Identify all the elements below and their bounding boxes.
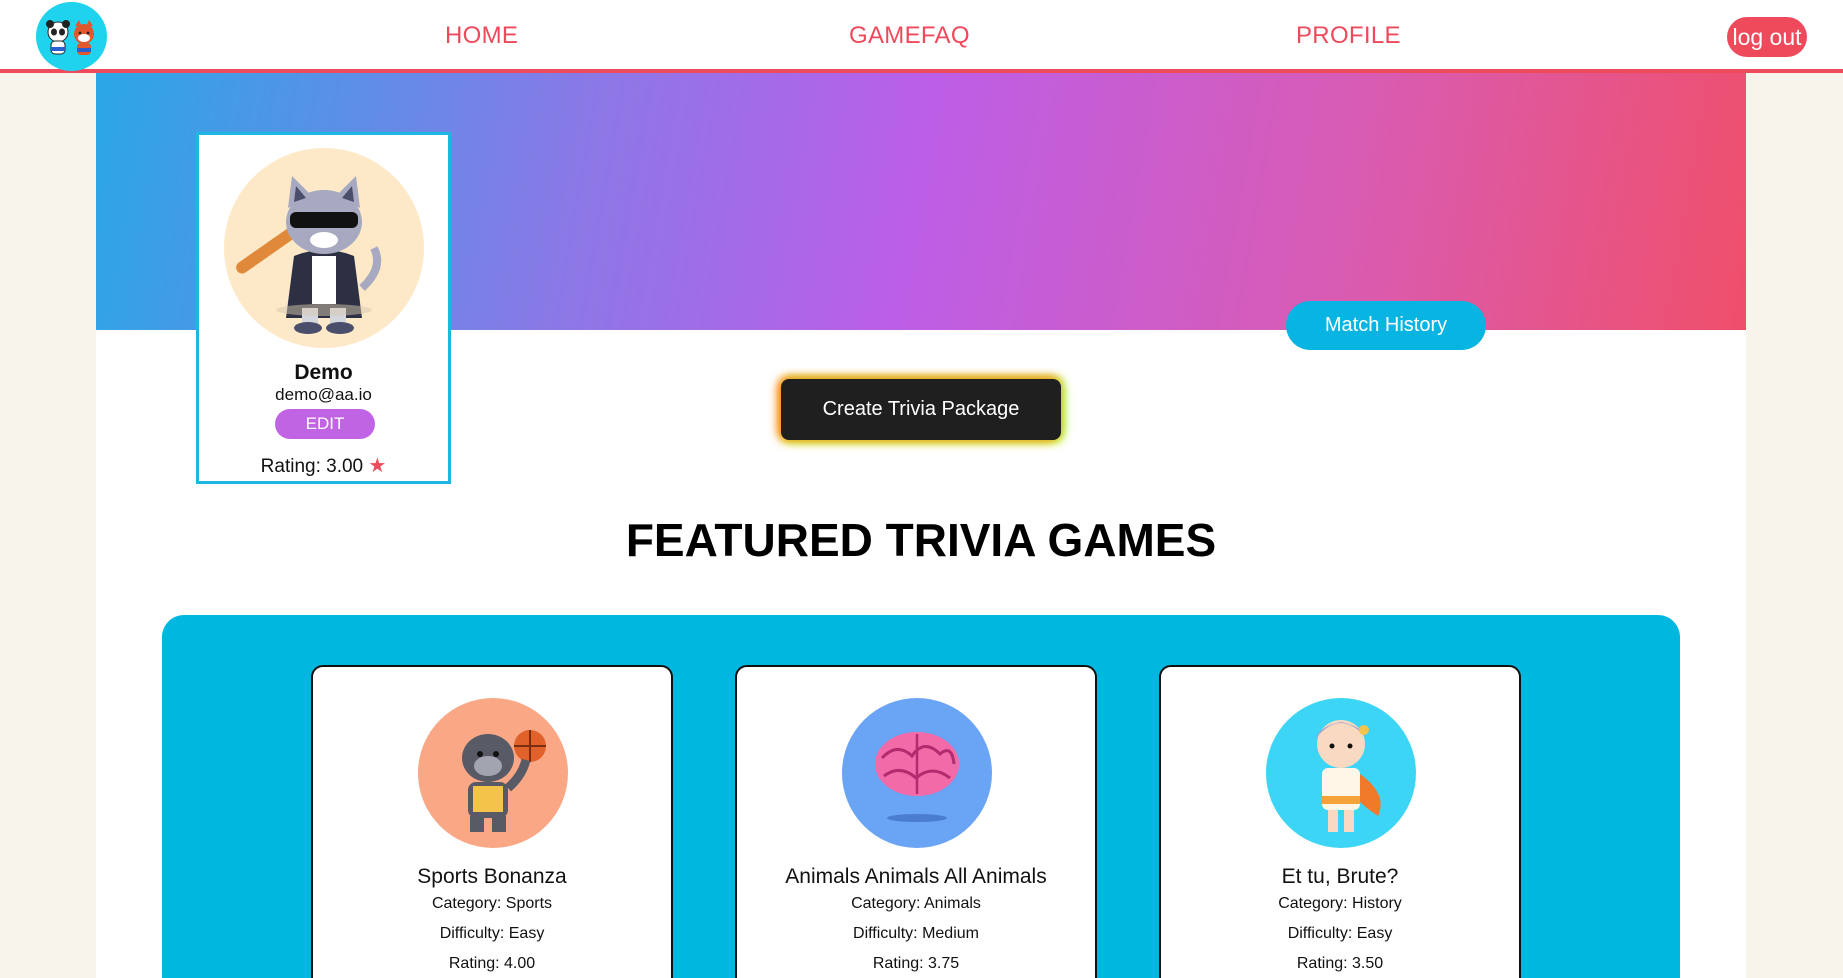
profile-email: demo@aa.io xyxy=(275,385,372,404)
nav-profile-link[interactable]: PROFILE xyxy=(1296,22,1401,50)
game-rating: Rating: 4.00 xyxy=(448,955,536,972)
create-trivia-package-button[interactable]: Create Trivia Package xyxy=(781,379,1061,440)
game-card[interactable]: Et tu, Brute? Category: History Difficul… xyxy=(1159,665,1521,978)
profile-page-container: Demo demo@aa.io EDIT Rating: 3.00 ★ Matc… xyxy=(96,73,1746,978)
cool-cat-with-bat-avatar-icon xyxy=(224,148,424,348)
game-title: Et tu, Brute? xyxy=(1281,865,1399,888)
nav-gamefaq-link[interactable]: GAMEFAQ xyxy=(849,22,970,50)
roman-caesar-character-icon xyxy=(1266,698,1416,848)
featured-games-panel: Sports Bonanza Category: Sports Difficul… xyxy=(162,615,1680,978)
game-rating: Rating: 3.50 xyxy=(1296,955,1384,972)
game-card[interactable]: Sports Bonanza Category: Sports Difficul… xyxy=(311,665,673,978)
game-difficulty: Difficulty: Easy xyxy=(439,925,545,942)
game-card[interactable]: Animals Animals All Animals Category: An… xyxy=(735,665,1097,978)
edit-profile-button[interactable]: EDIT xyxy=(275,409,375,439)
match-history-button[interactable]: Match History xyxy=(1286,301,1486,350)
panda-and-red-panda-logo-icon[interactable] xyxy=(36,2,107,71)
game-difficulty: Difficulty: Medium xyxy=(853,925,979,942)
game-difficulty: Difficulty: Easy xyxy=(1287,925,1393,942)
profile-name: Demo xyxy=(294,361,353,384)
game-category: Category: History xyxy=(1278,895,1402,912)
game-rating: Rating: 3.75 xyxy=(872,955,960,972)
top-navbar: HOME GAMEFAQ PROFILE log out xyxy=(0,0,1843,73)
game-title: Sports Bonanza xyxy=(417,865,567,888)
brain-icon xyxy=(842,698,992,848)
star-icon: ★ xyxy=(368,455,387,477)
logout-button[interactable]: log out xyxy=(1727,17,1807,57)
profile-card: Demo demo@aa.io EDIT Rating: 3.00 ★ xyxy=(196,132,451,484)
game-category: Category: Sports xyxy=(431,895,553,912)
profile-rating-text: Rating: 3.00 xyxy=(260,456,364,477)
game-title: Animals Animals All Animals xyxy=(785,865,1047,888)
featured-title: FEATURED TRIVIA GAMES xyxy=(625,514,1217,566)
profile-rating: Rating: 3.00 ★ xyxy=(199,453,448,478)
game-category: Category: Animals xyxy=(851,895,981,912)
nav-home-link[interactable]: HOME xyxy=(445,22,518,50)
gorilla-basketball-icon xyxy=(418,698,568,848)
